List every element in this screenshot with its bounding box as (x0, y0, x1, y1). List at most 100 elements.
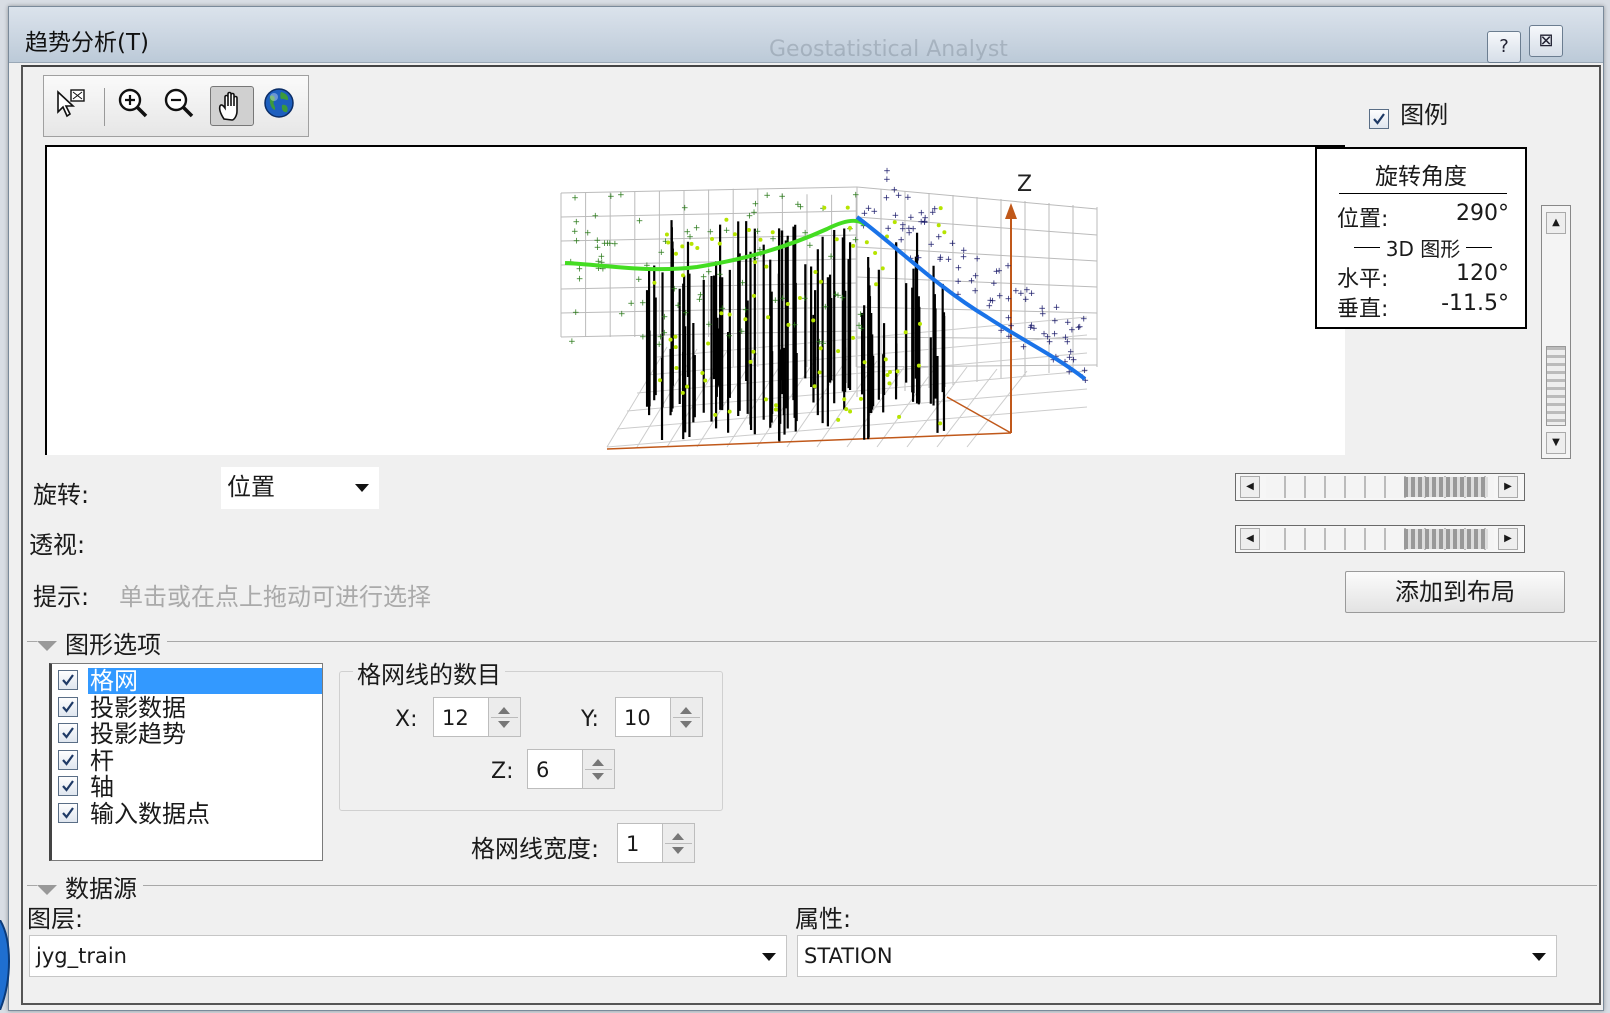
grid-z-spinner[interactable]: 6 (527, 749, 615, 789)
scroll-right-arrow-icon[interactable]: ▶ (1498, 476, 1518, 498)
vertical-rotation-scrollbar[interactable]: ▲ ▼ (1541, 205, 1571, 459)
data-source-divider (27, 885, 1597, 886)
input-data-point (880, 266, 885, 271)
input-data-point (813, 269, 818, 274)
graph-option-checkbox[interactable] (58, 696, 78, 717)
spin-up-icon[interactable] (592, 759, 604, 766)
green-data-point: + (716, 270, 724, 280)
input-data-point (797, 295, 802, 300)
grid-y-spinner[interactable]: 10 (615, 697, 703, 737)
spin-down-icon[interactable] (498, 721, 510, 728)
background-ghost-text: Geostatistical Analyst (769, 37, 1008, 62)
grid-x-label: X: (395, 707, 418, 732)
scroll-right-arrow-icon[interactable]: ▶ (1498, 528, 1518, 550)
spinner-buttons[interactable] (662, 824, 694, 862)
green-data-point: + (671, 285, 679, 295)
attribute-dropdown[interactable]: STATION (797, 935, 1557, 977)
perspective-scroll-thumb[interactable] (1404, 529, 1488, 549)
blue-data-point: + (971, 287, 979, 297)
title-bar[interactable]: 趋势分析(T) Geostatistical Analyst ? ⊠ (9, 7, 1603, 63)
scroll-left-arrow-icon[interactable]: ◀ (1240, 528, 1260, 550)
green-data-point: + (627, 299, 635, 309)
blue-data-point: + (1039, 309, 1047, 319)
green-data-point: + (754, 227, 762, 237)
input-data-point (851, 243, 856, 248)
blue-data-point: + (927, 240, 935, 250)
graph-options-list[interactable]: 格网 投影数据 投影趋势杆轴输入数据点 (49, 663, 323, 861)
graph-options-header[interactable]: 图形选项 (37, 625, 167, 660)
graph-option-item[interactable]: 输入数据点 (56, 801, 322, 827)
green-data-point: + (839, 294, 847, 304)
rotate-mode-dropdown[interactable]: 位置 (221, 467, 379, 509)
zoom-in-button[interactable] (114, 86, 152, 126)
spinner-buttons[interactable] (670, 698, 702, 736)
spin-down-icon[interactable] (672, 847, 684, 854)
scroll-left-arrow-icon[interactable]: ◀ (1240, 476, 1260, 498)
trend-analysis-window: 趋势分析(T) Geostatistical Analyst ? ⊠ 图例 + … (8, 6, 1604, 1011)
graph-option-item[interactable]: 轴 (56, 774, 322, 800)
perspective-scrollbar[interactable]: ◀ ▶ (1235, 525, 1525, 553)
spin-up-icon[interactable] (498, 707, 510, 714)
green-data-point: + (725, 331, 733, 341)
full-extent-button[interactable] (260, 86, 298, 126)
graph-option-checkbox[interactable] (58, 802, 78, 823)
grid-line-width-value: 1 (626, 832, 640, 856)
green-data-point: + (572, 217, 580, 227)
help-button[interactable]: ? (1487, 31, 1521, 63)
graph-option-item[interactable]: 投影数据 (56, 695, 322, 721)
scroll-up-arrow-icon[interactable]: ▲ (1546, 212, 1566, 234)
green-data-point: + (750, 208, 758, 218)
input-data-point (850, 335, 855, 340)
graph-option-checkbox[interactable] (58, 670, 78, 690)
collapse-triangle-icon (37, 885, 57, 895)
x-axis-line (606, 432, 1012, 450)
grid-x-spinner[interactable]: 12 (433, 697, 521, 737)
trend-plot-area[interactable]: + + + + + + + + + + + + + + + + + + + + + + + + + + + + + + + + + + + + + + + +… (45, 145, 1345, 455)
spinner-buttons[interactable] (582, 750, 614, 788)
select-tool-button[interactable] (52, 86, 90, 126)
graph-option-checkbox[interactable] (58, 723, 78, 743)
rotation-scroll-thumb[interactable] (1404, 477, 1488, 497)
pan-button[interactable] (210, 86, 254, 126)
blue-data-point: + (935, 233, 943, 243)
add-to-layout-button[interactable]: 添加到布局 (1345, 571, 1565, 613)
spinner-buttons[interactable] (488, 698, 520, 736)
spin-down-icon[interactable] (592, 773, 604, 780)
blue-data-point: + (907, 213, 915, 223)
graph-option-item[interactable]: 杆 (56, 748, 322, 774)
grid-line-width-label: 格网线宽度: (471, 835, 600, 863)
scroll-down-arrow-icon[interactable]: ▼ (1546, 432, 1566, 454)
input-data-point (785, 301, 790, 306)
trend-3d-plot[interactable]: ++++++++++++++++++++++++++++ ++++++++++++… (47, 147, 1345, 455)
graph-option-item[interactable]: 格网 (56, 668, 322, 694)
input-data-point (673, 334, 678, 339)
graph-option-checkbox[interactable] (58, 776, 78, 796)
grid-line-width-spinner[interactable]: 1 (617, 823, 695, 863)
layer-dropdown[interactable]: jyg_train (29, 935, 787, 977)
vertical-scroll-thumb[interactable] (1546, 346, 1566, 426)
input-data-point (753, 260, 758, 265)
hint-text: 单击或在点上拖动可进行选择 (119, 583, 431, 611)
graph-option-item[interactable]: 投影趋势 (56, 721, 322, 747)
legend-checkbox-row[interactable]: 图例 (1369, 95, 1448, 130)
horizontal-value: 120° (1456, 261, 1509, 286)
perspective-label: 透视: (29, 531, 86, 559)
blue-data-point: + (921, 217, 929, 227)
spin-up-icon[interactable] (680, 707, 692, 714)
green-data-point: + (572, 308, 580, 318)
rotation-vertical-row: 垂直: -11.5° (1337, 291, 1509, 323)
graph-option-checkbox[interactable] (58, 749, 78, 770)
close-button[interactable]: ⊠ (1529, 25, 1563, 57)
green-data-point: + (682, 309, 690, 319)
blue-data-point: + (1053, 303, 1061, 313)
input-data-point (673, 345, 678, 350)
legend-checkbox[interactable] (1369, 108, 1389, 129)
blue-data-point: + (1064, 338, 1072, 348)
input-data-point (848, 409, 853, 414)
green-data-point: + (832, 290, 840, 300)
rotation-horizontal-scrollbar[interactable]: ◀ ▶ (1235, 473, 1525, 501)
spin-up-icon[interactable] (672, 833, 684, 840)
spin-down-icon[interactable] (680, 721, 692, 728)
zoom-out-button[interactable] (160, 86, 198, 126)
attribute-label: 属性: (795, 905, 852, 933)
